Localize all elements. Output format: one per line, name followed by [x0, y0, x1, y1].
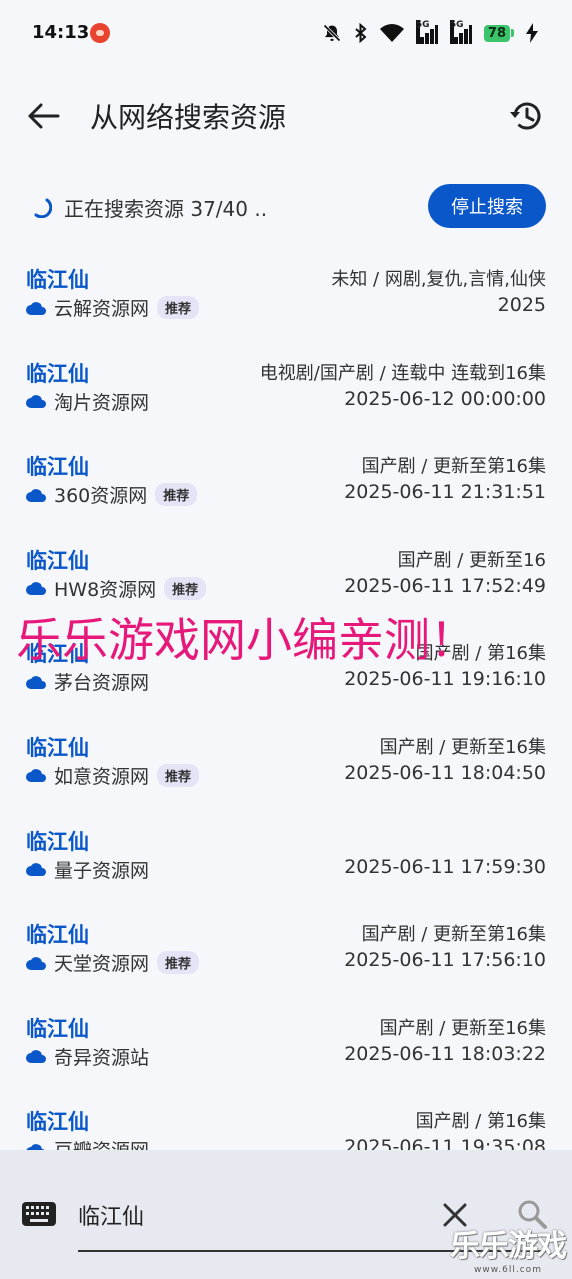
source-name: 360资源网 [54, 485, 148, 508]
back-arrow-icon[interactable] [26, 100, 62, 132]
history-icon[interactable] [508, 98, 544, 134]
charging-icon [526, 23, 538, 43]
search-progress-text: 正在搜索资源 37/40 .. [64, 197, 268, 221]
recommend-badge: 推荐 [157, 763, 200, 787]
result-source: 淘片资源网 [26, 388, 149, 415]
cloud-icon [26, 488, 46, 502]
cloud-icon [26, 956, 46, 970]
cloud-icon [26, 395, 46, 409]
cloud-icon [26, 301, 46, 315]
result-meta: 电视剧/国产剧 / 连载中 连载到16集 [259, 362, 546, 384]
source-name: 淘片资源网 [54, 391, 150, 414]
search-input[interactable]: 临江仙 [78, 1199, 144, 1231]
stop-search-button[interactable]: 停止搜索 [428, 184, 546, 228]
status-bar: 14:13 5G 5G 78 [0, 0, 572, 66]
result-title: 临江仙 [26, 1110, 89, 1135]
result-meta: 国产剧 / 第16集 [415, 1111, 546, 1133]
cloud-icon [26, 1050, 46, 1064]
result-source: 云解资源网 推荐 [26, 294, 200, 321]
result-date: 2025-06-11 18:04:50 [344, 761, 546, 784]
list-item[interactable]: 临江仙 国产剧 / 更新至第16集 天堂资源网 推荐 2025-06-11 17… [0, 913, 572, 1007]
result-date: 2025-06-11 18:03:22 [344, 1042, 546, 1065]
list-item[interactable]: 临江仙 国产剧 / 更新至16集 奇异资源站 2025-06-11 18:03:… [0, 1007, 572, 1101]
result-meta: 未知 / 网剧,复仇,言情,仙侠 [331, 269, 546, 290]
battery-level: 78 [483, 24, 510, 42]
app-bar: 从网络搜索资源 [0, 86, 572, 146]
recommend-badge: 推荐 [157, 296, 200, 319]
result-title: 临江仙 [26, 923, 89, 948]
cloud-icon [26, 769, 46, 783]
source-name: HW8资源网 [54, 578, 157, 601]
cloud-icon [26, 1144, 45, 1150]
status-time: 14:13 [32, 22, 90, 43]
result-title: 临江仙 [26, 829, 89, 854]
cloud-icon [26, 582, 46, 596]
page-title: 从网络搜索资源 [90, 101, 287, 134]
battery-icon: 78 [483, 24, 514, 42]
result-meta: 国产剧 / 更新至16 [397, 549, 546, 571]
source-name: 豆瓣资源网 [54, 1136, 149, 1150]
list-item[interactable]: 临江仙 国产剧 / 更新至第16集 360资源网 推荐 2025-06-11 2… [0, 445, 572, 539]
result-meta: 国产剧 / 更新至16集 [379, 736, 546, 758]
signal-5g-icon: 5G [415, 20, 438, 44]
source-name: 奇异资源站 [54, 1046, 150, 1069]
list-item[interactable]: 临江仙 未知 / 网剧,复仇,言情,仙侠 云解资源网 推荐 2025 [0, 258, 572, 352]
result-title: 临江仙 [26, 1016, 89, 1041]
wifi-icon [379, 23, 404, 43]
list-item[interactable]: 临江仙 国产剧 / 第16集 豆瓣资源网 2025-06-11 19:35:08 [0, 1100, 572, 1150]
result-meta: 国产剧 / 更新至第16集 [361, 924, 546, 946]
source-name: 如意资源网 [54, 765, 150, 788]
source-name: 茅台资源网 [54, 672, 150, 695]
result-source: 天堂资源网 推荐 [26, 949, 200, 976]
watermark-overlay-text: 乐乐游戏网小编亲测！ [16, 613, 476, 667]
recommend-badge: 推荐 [155, 483, 198, 507]
loading-spinner-icon [30, 196, 53, 219]
list-item[interactable]: 临江仙 国产剧 / 更新至16集 如意资源网 推荐 2025-06-11 18:… [0, 726, 572, 820]
bluetooth-icon [354, 23, 368, 43]
result-source: 豆瓣资源网 [26, 1136, 149, 1150]
bottom-search-bar: 临江仙 乐乐游戏 www.6ll.com [0, 1150, 572, 1279]
results-list: 临江仙 未知 / 网剧,复仇,言情,仙侠 云解资源网 推荐 2025 临江仙 电… [0, 258, 572, 1150]
logo-url: www.6ll.com [474, 1265, 542, 1275]
result-source: 奇异资源站 [26, 1043, 149, 1070]
list-item[interactable]: 临江仙 电视剧/国产剧 / 连载中 连载到16集 淘片资源网 2025-06-1… [0, 352, 572, 446]
result-title: 临江仙 [26, 735, 89, 760]
result-date: 2025-06-12 00:00:00 [344, 387, 546, 410]
result-date: 2025-06-11 17:52:49 [344, 574, 546, 597]
result-date: 2025 [497, 294, 546, 316]
result-meta: 国产剧 / 更新至16集 [379, 1017, 546, 1039]
source-name: 天堂资源网 [54, 953, 150, 976]
result-date: 2025-06-11 17:59:30 [344, 855, 546, 878]
status-icons: 5G 5G 78 [322, 20, 538, 46]
result-title: 临江仙 [26, 455, 89, 480]
result-date: 2025-06-11 21:31:51 [344, 481, 546, 504]
cloud-icon [26, 676, 46, 689]
list-item[interactable]: 临江仙 量子资源网 2025-06-11 17:59:30 [0, 820, 572, 914]
keyboard-icon[interactable] [22, 1202, 56, 1226]
signal-5g-icon: 5G [449, 20, 472, 44]
bell-muted-icon [322, 23, 342, 43]
result-title: 临江仙 [26, 268, 89, 292]
site-logo: 乐乐游戏 www.6ll.com [450, 1221, 567, 1275]
source-name: 量子资源网 [54, 859, 150, 882]
cloud-icon [26, 863, 46, 877]
app-notification-icon [90, 23, 110, 43]
result-title: 临江仙 [26, 548, 89, 573]
result-date: 2025-06-11 17:56:10 [344, 949, 546, 972]
result-source: 量子资源网 [26, 856, 149, 883]
result-meta: 国产剧 / 更新至第16集 [361, 456, 546, 478]
result-source: 茅台资源网 [26, 668, 149, 695]
recommend-badge: 推荐 [157, 951, 200, 975]
search-progress: 正在搜索资源 37/40 .. 停止搜索 [0, 184, 572, 230]
result-date: 2025-06-11 19:16:10 [344, 668, 546, 691]
result-date: 2025-06-11 19:35:08 [344, 1136, 546, 1150]
result-source: 360资源网 推荐 [26, 481, 198, 508]
result-source: 如意资源网 推荐 [26, 762, 200, 789]
result-source: HW8资源网 推荐 [26, 575, 207, 602]
result-title: 临江仙 [26, 361, 89, 386]
source-name: 云解资源网 [54, 298, 150, 320]
logo-text: 乐乐游戏 [450, 1229, 567, 1264]
recommend-badge: 推荐 [164, 576, 207, 600]
